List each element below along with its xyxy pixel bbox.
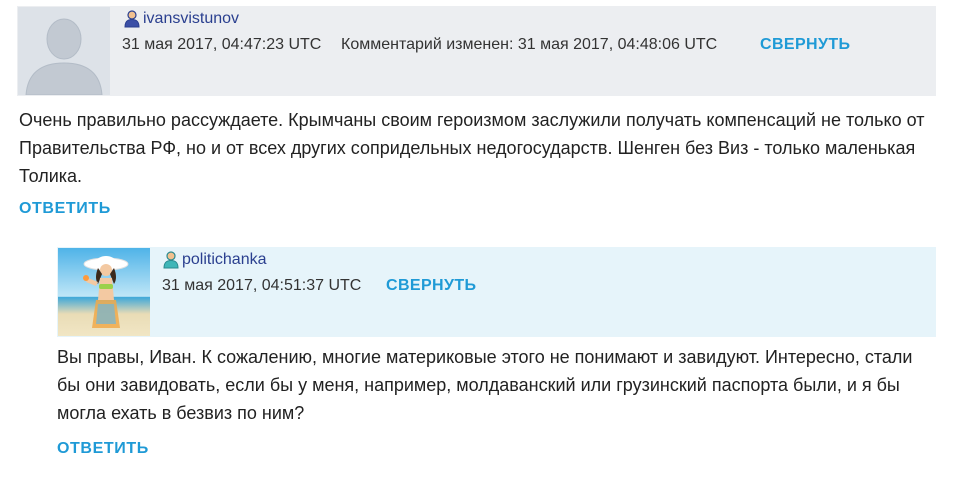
default-avatar[interactable]: [18, 7, 110, 95]
beach-woman-avatar[interactable]: [58, 248, 150, 336]
collapse-button[interactable]: СВЕРНУТЬ: [760, 36, 850, 54]
username-text[interactable]: politichanka: [182, 251, 267, 269]
comment-body: Вы правы, Иван. К сожалению, многие мате…: [57, 347, 913, 423]
username-text[interactable]: ivansvistunov: [143, 10, 239, 28]
author-username[interactable]: ivansvistunov: [124, 10, 239, 28]
user-icon: [124, 10, 140, 28]
edited-date: Комментарий изменен: 31 мая 2017, 04:48:…: [341, 36, 718, 53]
comment-date: 31 мая 2017, 04:47:23 UTC: [122, 36, 322, 53]
user-icon: [163, 251, 179, 269]
author-username[interactable]: politichanka: [163, 251, 267, 269]
reply-button[interactable]: ОТВЕТИТЬ: [57, 440, 149, 458]
comment-body: Очень правильно рассуждаете. Крымчаны св…: [19, 110, 925, 186]
reply-button[interactable]: ОТВЕТИТЬ: [19, 200, 111, 218]
comment-date: 31 мая 2017, 04:51:37 UTC: [162, 277, 362, 294]
collapse-button[interactable]: СВЕРНУТЬ: [386, 277, 476, 295]
